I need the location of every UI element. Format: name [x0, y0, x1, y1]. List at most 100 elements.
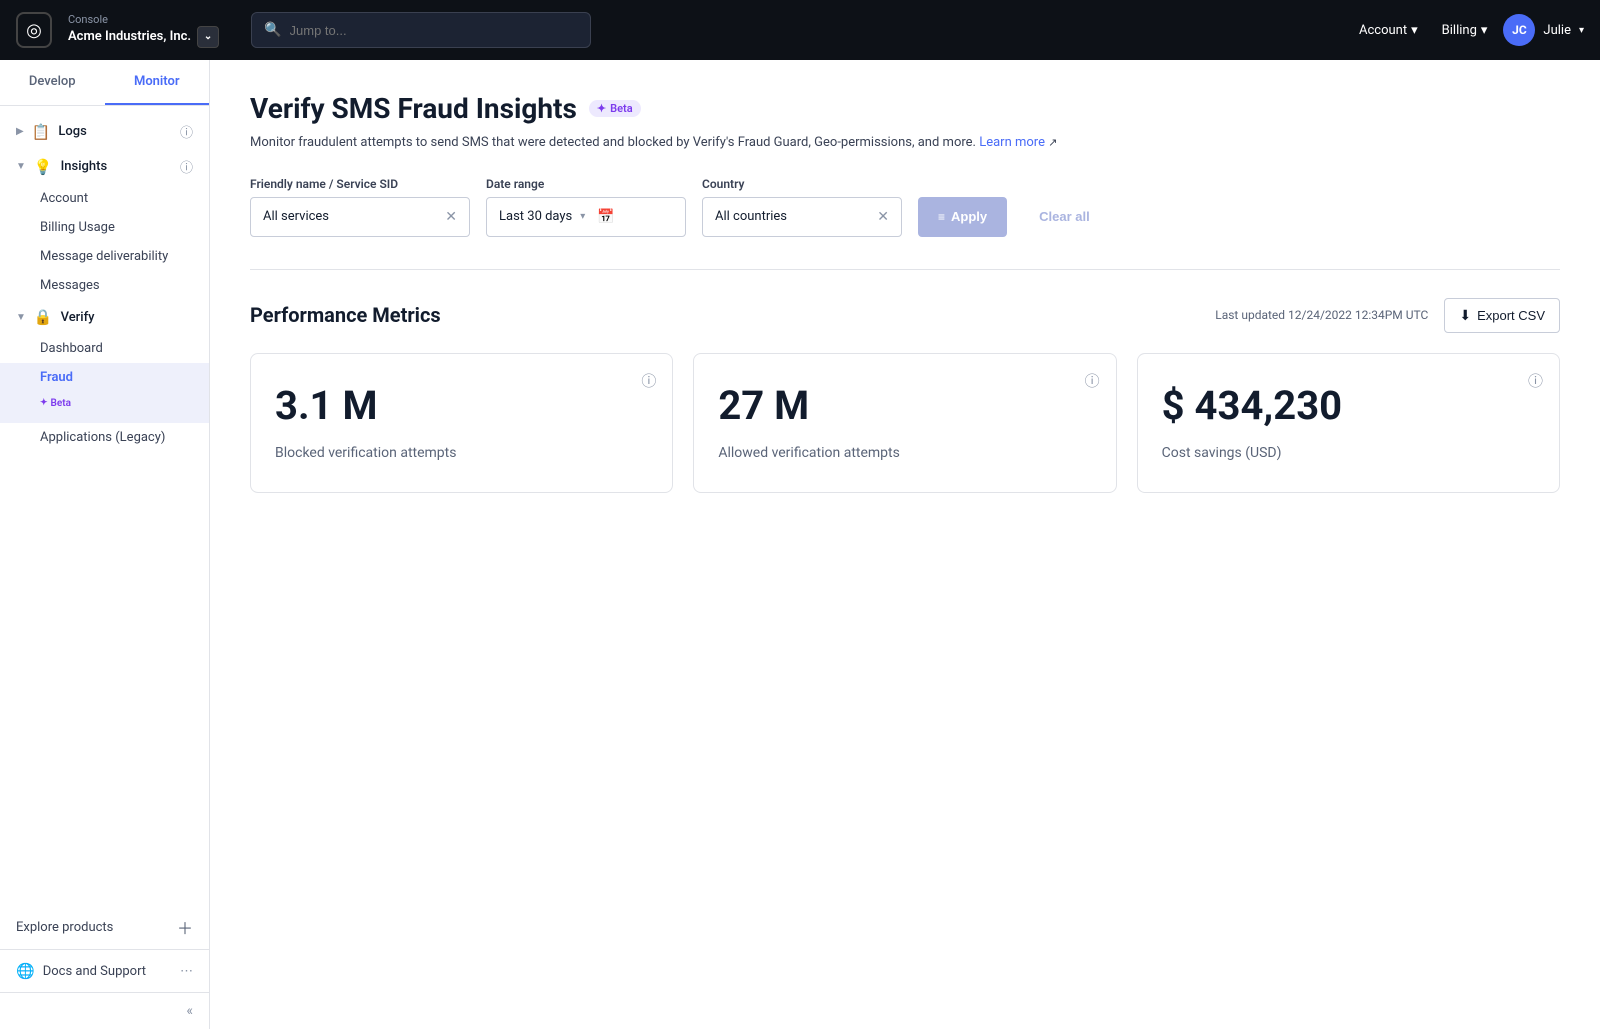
- logs-chevron-icon: ▶: [16, 126, 24, 137]
- country-filter-group: Country All countries ✕: [702, 177, 902, 237]
- external-link-icon: ↗: [1048, 136, 1057, 149]
- explore-products-section[interactable]: Explore products ＋: [0, 905, 209, 949]
- sidebar-item-verify[interactable]: ▼ 🔒 Verify: [0, 300, 209, 334]
- insights-info-icon[interactable]: ⓘ: [180, 157, 193, 176]
- account-chevron-icon: ▾: [1411, 23, 1418, 38]
- search-icon: 🔍: [264, 22, 281, 38]
- sidebar: Develop Monitor ▶ 📋 Logs ⓘ ▼ 💡 Insights …: [0, 60, 210, 1029]
- filter-icon: ≡: [938, 210, 945, 224]
- export-csv-button[interactable]: ⬇ Export CSV: [1444, 298, 1560, 333]
- sidebar-item-applications-legacy[interactable]: Applications (Legacy): [0, 423, 209, 452]
- avatar[interactable]: JC: [1503, 14, 1535, 46]
- calendar-icon: 📅: [597, 209, 614, 225]
- console-label-group: Console Acme Industries, Inc. ⌄: [68, 13, 219, 48]
- sidebar-item-billing-usage[interactable]: Billing Usage: [0, 213, 209, 242]
- service-clear-icon[interactable]: ✕: [445, 209, 457, 225]
- allowed-info-icon[interactable]: ⓘ: [1085, 370, 1100, 391]
- top-navigation: ◎ Console Acme Industries, Inc. ⌄ 🔍 Acco…: [0, 0, 1600, 60]
- add-icon: ＋: [177, 915, 193, 939]
- allowed-label: Allowed verification attempts: [718, 445, 1091, 461]
- sidebar-item-dashboard[interactable]: Dashboard: [0, 334, 209, 363]
- date-filter-label: Date range: [486, 177, 686, 191]
- tab-develop[interactable]: Develop: [0, 60, 105, 105]
- page-header: Verify SMS Fraud Insights Beta: [250, 92, 1560, 125]
- metric-card-blocked: ⓘ 3.1 M Blocked verification attempts: [250, 353, 673, 493]
- app-layout: Develop Monitor ▶ 📋 Logs ⓘ ▼ 💡 Insights …: [0, 60, 1600, 1029]
- country-filter-label: Country: [702, 177, 902, 191]
- explore-products-label: Explore products: [16, 920, 113, 935]
- service-filter-select[interactable]: All services ✕: [250, 197, 470, 237]
- logs-icon: 📋: [32, 123, 51, 141]
- user-chevron-icon[interactable]: ▾: [1579, 25, 1584, 36]
- verify-chevron-icon: ▼: [16, 312, 26, 323]
- download-icon: ⬇: [1459, 307, 1471, 324]
- date-filter-group: Date range Last 30 days ▾ 📅: [486, 177, 686, 237]
- billing-menu-button[interactable]: Billing ▾: [1434, 19, 1496, 42]
- sidebar-item-message-deliverability[interactable]: Message deliverability: [0, 242, 209, 271]
- page-description: Monitor fraudulent attempts to send SMS …: [250, 133, 1560, 153]
- console-label: Console: [68, 13, 219, 26]
- verify-label: Verify: [61, 310, 95, 325]
- account-menu-button[interactable]: Account ▾: [1351, 19, 1426, 42]
- metric-card-allowed: ⓘ 27 M Allowed verification attempts: [693, 353, 1116, 493]
- metrics-row: ⓘ 3.1 M Blocked verification attempts ⓘ …: [250, 353, 1560, 493]
- org-toggle-button[interactable]: ⌄: [197, 26, 219, 48]
- org-name: Acme Industries, Inc.: [68, 29, 191, 44]
- date-chevron-icon: ▾: [580, 211, 585, 222]
- fraud-beta-badge: Beta: [40, 387, 193, 416]
- country-clear-icon[interactable]: ✕: [877, 209, 889, 225]
- beta-label: Beta: [40, 398, 71, 409]
- billing-label: Billing: [1442, 23, 1477, 38]
- blocked-label: Blocked verification attempts: [275, 445, 648, 461]
- sidebar-item-fraud[interactable]: Fraud Beta: [0, 363, 209, 423]
- insights-label: Insights: [61, 159, 108, 174]
- service-filter-value: All services: [263, 209, 329, 224]
- service-filter-label: Friendly name / Service SID: [250, 177, 470, 191]
- insights-icon: 💡: [34, 158, 53, 176]
- savings-info-icon[interactable]: ⓘ: [1528, 370, 1543, 391]
- more-icon[interactable]: ⋯: [180, 964, 193, 979]
- collapse-icon: «: [186, 1003, 193, 1019]
- learn-more-link[interactable]: Learn more: [979, 135, 1045, 150]
- tab-monitor[interactable]: Monitor: [105, 60, 210, 105]
- globe-icon: 🌐: [16, 962, 35, 980]
- beta-tag: Beta: [589, 100, 641, 117]
- sidebar-footer: 🌐 Docs and Support ⋯: [0, 949, 209, 992]
- blocked-info-icon[interactable]: ⓘ: [641, 370, 656, 391]
- docs-support-item[interactable]: 🌐 Docs and Support ⋯: [16, 962, 193, 980]
- apply-label: Apply: [951, 209, 987, 224]
- global-search[interactable]: 🔍: [251, 12, 591, 48]
- search-input[interactable]: [290, 23, 579, 38]
- sidebar-item-account[interactable]: Account: [0, 184, 209, 213]
- clear-all-button[interactable]: Clear all: [1023, 197, 1106, 237]
- country-filter-value: All countries: [715, 209, 787, 224]
- filters-row: Friendly name / Service SID All services…: [250, 177, 1560, 237]
- date-filter-value: Last 30 days: [499, 209, 572, 224]
- sidebar-tab-group: Develop Monitor: [0, 60, 209, 106]
- sidebar-collapse-button[interactable]: «: [0, 992, 209, 1029]
- sidebar-item-logs[interactable]: ▶ 📋 Logs ⓘ: [0, 114, 209, 149]
- performance-title: Performance Metrics: [250, 303, 441, 327]
- logs-info-icon[interactable]: ⓘ: [180, 122, 193, 141]
- performance-header: Performance Metrics Last updated 12/24/2…: [250, 298, 1560, 333]
- clear-all-label: Clear all: [1039, 209, 1090, 224]
- allowed-value: 27 M: [718, 382, 1091, 429]
- savings-value: $ 434,230: [1162, 382, 1535, 429]
- sidebar-nav: ▶ 📋 Logs ⓘ ▼ 💡 Insights ⓘ Account Billin…: [0, 106, 209, 905]
- savings-label: Cost savings (USD): [1162, 445, 1535, 461]
- username[interactable]: Julie: [1543, 23, 1571, 38]
- export-label: Export CSV: [1477, 308, 1545, 323]
- sidebar-item-insights[interactable]: ▼ 💡 Insights ⓘ: [0, 149, 209, 184]
- blocked-value: 3.1 M: [275, 382, 648, 429]
- metric-card-savings: ⓘ $ 434,230 Cost savings (USD): [1137, 353, 1560, 493]
- sidebar-item-messages[interactable]: Messages: [0, 271, 209, 300]
- performance-meta: Last updated 12/24/2022 12:34PM UTC ⬇ Ex…: [1215, 298, 1560, 333]
- app-logo: ◎: [16, 12, 52, 48]
- apply-button[interactable]: ≡ Apply: [918, 197, 1007, 237]
- org-name-group[interactable]: Acme Industries, Inc. ⌄: [68, 26, 219, 48]
- section-divider: [250, 269, 1560, 270]
- docs-support-label: Docs and Support: [43, 964, 146, 979]
- date-filter-select[interactable]: Last 30 days ▾ 📅: [486, 197, 686, 237]
- country-filter-select[interactable]: All countries ✕: [702, 197, 902, 237]
- logs-label: Logs: [58, 124, 86, 139]
